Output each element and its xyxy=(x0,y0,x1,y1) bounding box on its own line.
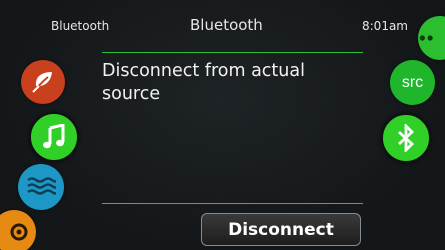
bluetooth-icon xyxy=(398,124,415,152)
waves-icon xyxy=(27,177,56,195)
leaf-button[interactable] xyxy=(21,60,65,104)
menu-top-button[interactable] xyxy=(418,16,445,60)
status-source-label: Bluetooth xyxy=(51,19,110,33)
gear-icon xyxy=(10,223,28,241)
music-note-icon xyxy=(43,124,65,149)
source-icon: src xyxy=(401,73,424,91)
disconnect-button[interactable]: Disconnect xyxy=(201,213,361,246)
source-button[interactable]: src xyxy=(390,60,435,105)
bottom-divider xyxy=(102,203,363,204)
top-divider xyxy=(102,52,363,53)
bluetooth-button[interactable] xyxy=(381,113,431,163)
settings-button[interactable] xyxy=(0,210,36,250)
message-text: Disconnect from actual source xyxy=(102,61,305,104)
bluetooth-screen: Bluetooth Bluetooth 8:01am Disconnect fr… xyxy=(0,0,445,250)
status-time: 8:01am xyxy=(362,19,408,33)
music-button[interactable] xyxy=(29,112,79,162)
water-button[interactable] xyxy=(18,164,64,210)
dots-icon xyxy=(419,35,433,41)
page-title: Bluetooth xyxy=(190,16,263,34)
leaf-icon xyxy=(32,72,52,93)
